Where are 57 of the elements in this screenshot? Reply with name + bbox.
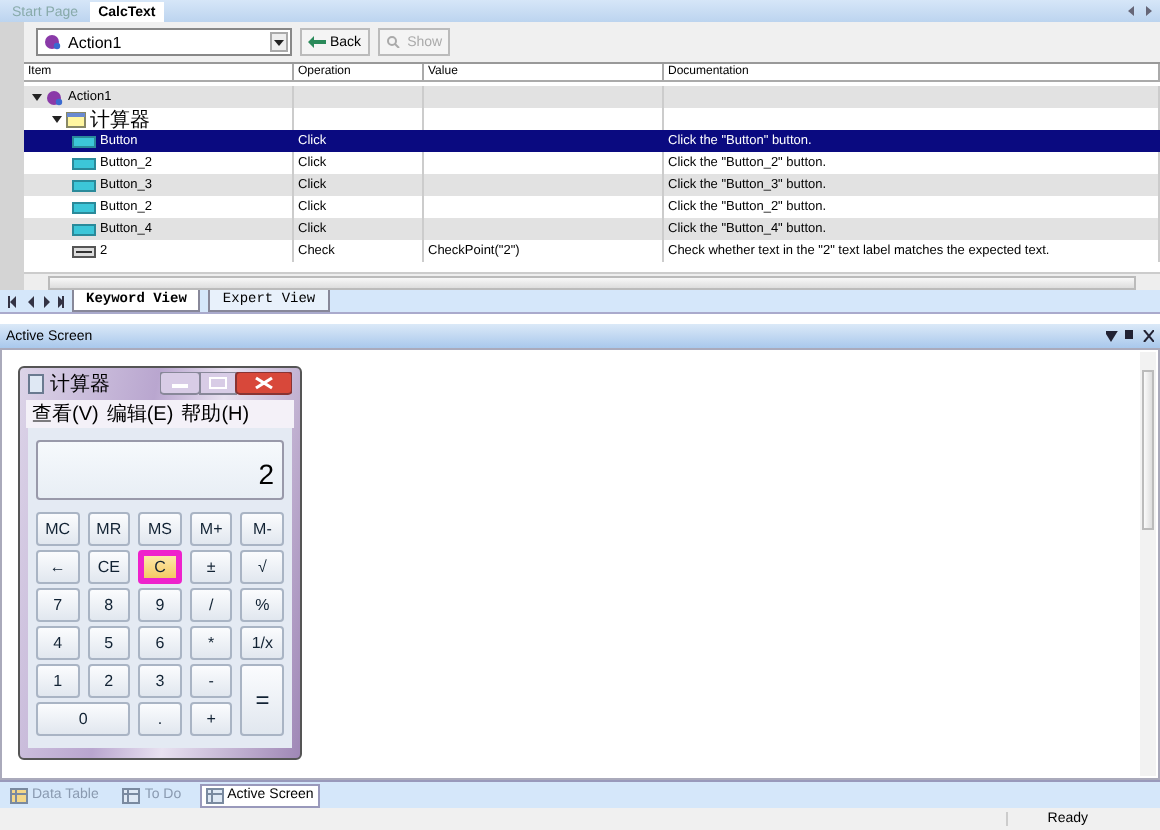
panel-controls-icon[interactable] bbox=[1106, 330, 1154, 342]
action-icon bbox=[46, 89, 64, 105]
horizontal-scrollbar[interactable] bbox=[24, 272, 1160, 290]
calculator-key[interactable]: 2 bbox=[87, 664, 131, 698]
calculator-key[interactable]: CE bbox=[87, 550, 131, 584]
calculator-key[interactable]: 5 bbox=[87, 626, 131, 660]
tab-navigation-icon[interactable] bbox=[8, 295, 64, 307]
calculator-key[interactable]: C bbox=[138, 550, 182, 584]
calculator-key[interactable]: 6 bbox=[138, 626, 182, 660]
calculator-key[interactable]: ± bbox=[189, 550, 233, 584]
calculator-key[interactable]: √ bbox=[240, 550, 284, 584]
button-icon bbox=[72, 201, 96, 213]
menu-item[interactable]: 编辑(E) bbox=[106, 400, 174, 428]
button-icon bbox=[72, 157, 96, 169]
back-arrow-icon bbox=[308, 36, 326, 48]
calculator-key[interactable]: / bbox=[189, 588, 233, 622]
calculator-key[interactable]: 8 bbox=[87, 588, 131, 622]
calculator-key[interactable]: 1 bbox=[36, 664, 80, 698]
calculator-key[interactable]: 4 bbox=[36, 626, 80, 660]
calculator-key[interactable]: % bbox=[240, 588, 284, 622]
calculator-key[interactable]: M- bbox=[240, 512, 284, 546]
button-icon bbox=[72, 223, 96, 235]
calculator-key[interactable]: * bbox=[189, 626, 233, 660]
calculator-icon bbox=[28, 374, 44, 394]
tab-scroll-icon[interactable] bbox=[1128, 6, 1152, 16]
calculator-key[interactable]: MR bbox=[87, 512, 131, 546]
calculator-key[interactable]: = bbox=[240, 664, 284, 736]
operation-cell bbox=[294, 86, 424, 108]
action-select[interactable]: Action1 bbox=[36, 28, 292, 56]
calculator-key[interactable]: - bbox=[189, 664, 233, 698]
calculator-key[interactable]: . bbox=[138, 702, 182, 736]
calculator-key[interactable]: ← bbox=[36, 550, 80, 584]
window-controls-icon[interactable] bbox=[160, 372, 292, 396]
calculator-key[interactable]: M+ bbox=[189, 512, 233, 546]
window-icon bbox=[66, 111, 86, 127]
calculator-key[interactable]: MC bbox=[36, 512, 80, 546]
calculator-key[interactable]: 9 bbox=[138, 588, 182, 622]
window-title: 计算器 bbox=[50, 371, 110, 398]
text-label-icon bbox=[72, 245, 96, 257]
calculator-key[interactable]: 7 bbox=[36, 588, 80, 622]
menu-item[interactable]: 查看(V) bbox=[32, 400, 99, 428]
button-icon bbox=[72, 135, 96, 147]
expand-arrow-icon[interactable] bbox=[32, 92, 42, 102]
expand-arrow-icon[interactable] bbox=[52, 114, 62, 124]
calculator-display: 2 bbox=[36, 440, 284, 500]
calculator-key[interactable]: 1/x bbox=[240, 626, 284, 660]
dropdown-icon[interactable] bbox=[270, 32, 288, 52]
button-icon bbox=[72, 179, 96, 191]
calculator-key[interactable]: 0 bbox=[36, 702, 131, 736]
calculator-key[interactable]: MS bbox=[138, 512, 182, 546]
calculator-key[interactable]: + bbox=[189, 702, 233, 736]
calculator-key[interactable]: 3 bbox=[138, 664, 182, 698]
action-icon bbox=[44, 34, 62, 50]
menu-item[interactable]: 帮助(H) bbox=[181, 400, 250, 428]
vertical-scrollbar[interactable] bbox=[1140, 352, 1156, 776]
search-icon bbox=[385, 36, 404, 48]
table-icon bbox=[10, 787, 28, 803]
